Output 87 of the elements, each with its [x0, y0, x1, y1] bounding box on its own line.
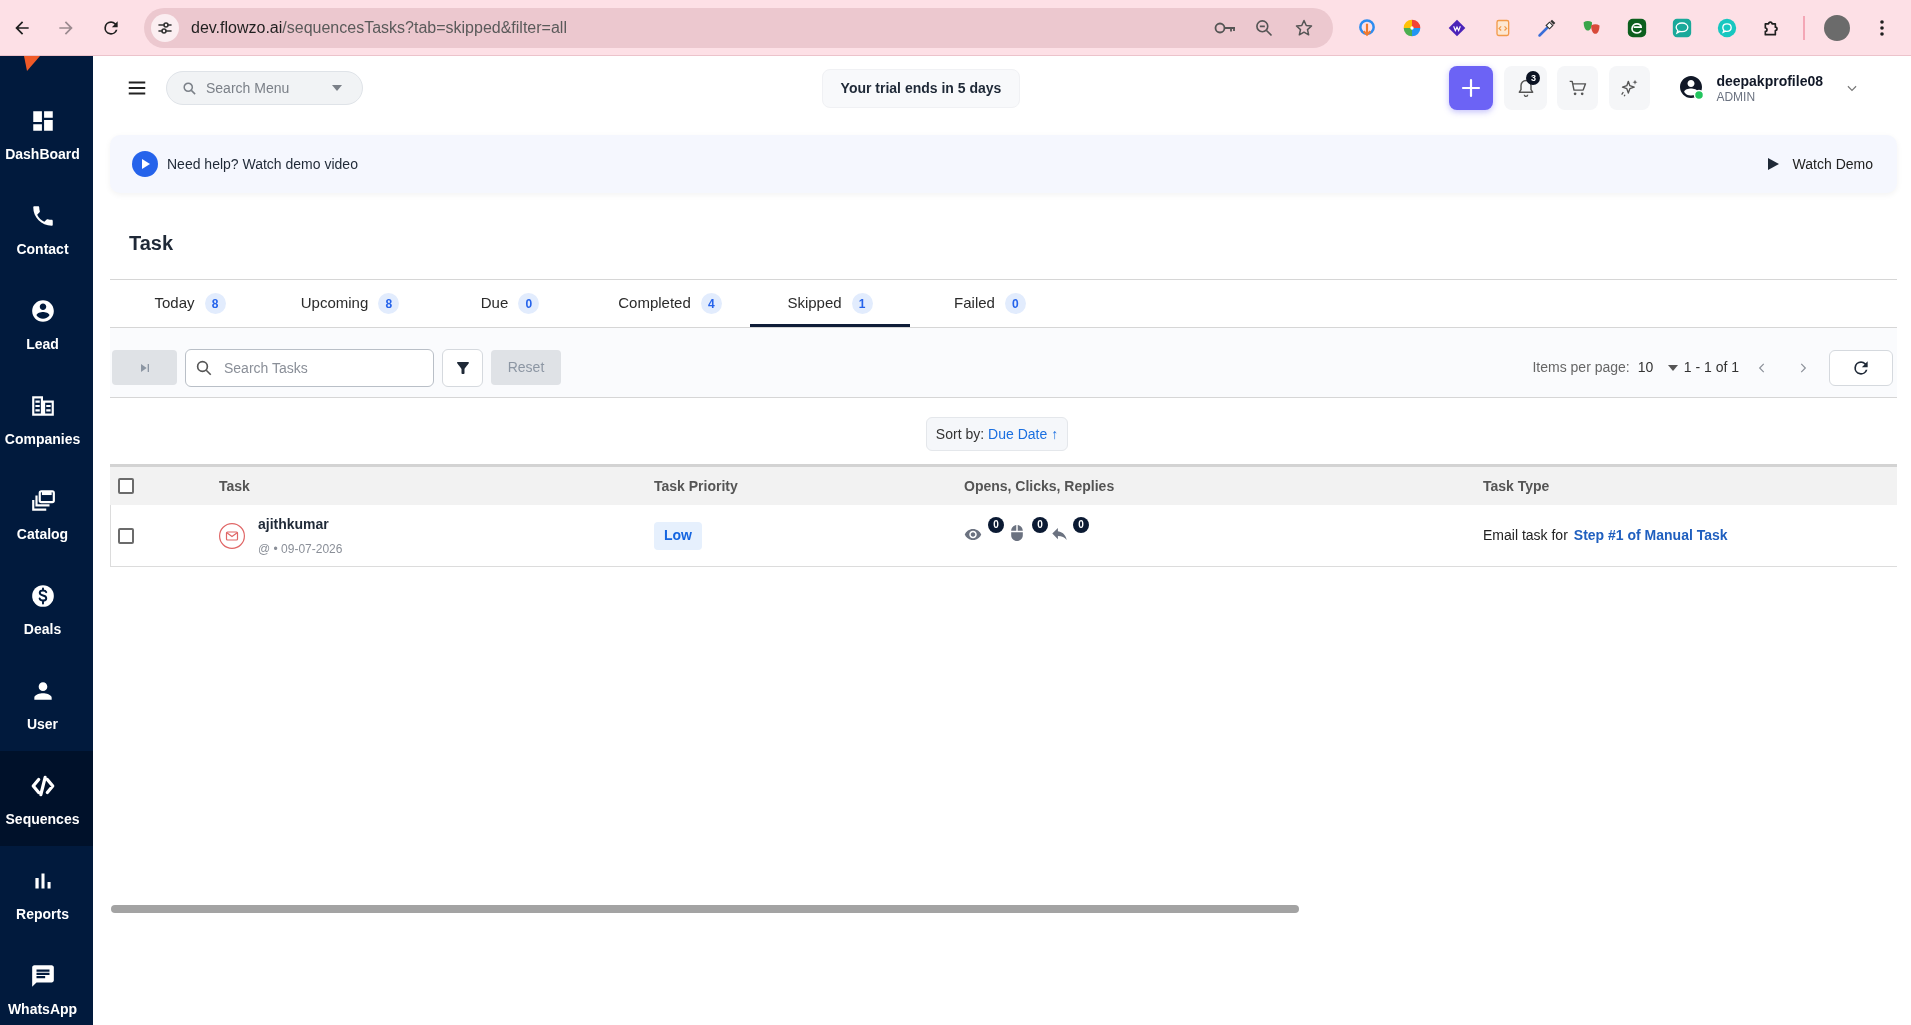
play-circle-icon[interactable]	[132, 151, 158, 177]
cart-icon	[1567, 78, 1588, 98]
column-header: Task	[219, 478, 250, 494]
star-icon[interactable]	[1294, 17, 1314, 38]
row-checkbox[interactable]	[118, 527, 134, 544]
click-count: 0	[1032, 517, 1048, 533]
add-button[interactable]	[1449, 66, 1494, 110]
tab[interactable]: Due 0	[430, 280, 590, 327]
mail-icon	[219, 522, 245, 549]
notifications-button[interactable]: 3	[1504, 66, 1548, 110]
diamond-icon[interactable]	[1447, 17, 1467, 38]
dropper-icon[interactable]	[1537, 17, 1557, 38]
sidebar-item[interactable]: Companies	[0, 371, 93, 466]
tab[interactable]: Failed 0	[910, 280, 1070, 327]
sidebar-item[interactable]: Catalog	[0, 466, 93, 561]
watch-demo-button[interactable]: Watch Demo	[1767, 153, 1873, 175]
chat-tile-icon[interactable]	[1672, 17, 1692, 38]
help-text: Need help? Watch demo video	[167, 154, 358, 174]
url-text[interactable]: dev.flowzo.ai/sequencesTasks?tab=skipped&filter=all	[191, 15, 567, 40]
search-tasks-field[interactable]: Search Tasks	[185, 348, 434, 387]
column-header: Task Type	[1483, 478, 1550, 494]
column-header: Task Priority	[654, 478, 738, 494]
sidebar-item[interactable]: Deals	[0, 561, 93, 656]
swirl-tile-icon[interactable]	[1627, 17, 1647, 38]
select-all-checkbox[interactable]	[118, 478, 134, 494]
task-meta: @ • 09-07-2026	[258, 541, 343, 556]
reply-icon	[1052, 528, 1067, 540]
task-type-text: Email task for	[1483, 526, 1568, 545]
stacked-windows-icon	[29, 488, 56, 514]
user-name[interactable]: deepakprofile08	[1716, 72, 1823, 90]
count-badge: 4	[700, 293, 722, 314]
count-badge: 8	[204, 293, 226, 314]
items-per-page-select[interactable]: 10	[1637, 357, 1678, 378]
horizontal-scrollbar-thumb[interactable]	[111, 905, 1299, 913]
dollar-circle-icon	[29, 583, 56, 609]
open-count: 0	[988, 517, 1004, 533]
search-icon	[195, 358, 213, 377]
refresh-button[interactable]	[1829, 349, 1893, 386]
user-role: ADMIN	[1716, 89, 1757, 104]
zoom-out-icon[interactable]	[1254, 17, 1274, 38]
count-badge: 0	[518, 293, 540, 314]
trial-notice: Your trial ends in 5 days	[822, 68, 1020, 108]
sidebar-item[interactable]: User	[0, 656, 93, 751]
sidebar-item[interactable]: Lead	[0, 276, 93, 371]
eye-icon	[964, 526, 982, 540]
profile-avatar[interactable]	[1824, 14, 1850, 41]
play-icon	[1767, 158, 1779, 170]
building-icon	[29, 393, 56, 419]
priority-badge: Low	[654, 521, 702, 550]
count-badge: 0	[1004, 293, 1026, 314]
chat-bubble-icon	[29, 963, 56, 989]
plus-icon	[1461, 78, 1482, 98]
notification-count: 3	[1526, 71, 1541, 85]
step-link[interactable]: Step #1 of Manual Task	[1573, 525, 1728, 546]
sidebar-item[interactable]: Reports	[0, 846, 93, 941]
sort-label: Sort by:	[935, 424, 985, 444]
sidebar-item[interactable]: WhatsApp	[0, 941, 93, 1025]
color-wheel-icon[interactable]	[1402, 17, 1422, 38]
filter-button[interactable]	[442, 348, 483, 387]
sidebar-item[interactable]: DashBoard	[0, 86, 93, 181]
user-avatar-icon[interactable]	[1679, 75, 1706, 101]
tab[interactable]: Completed 4	[590, 280, 750, 327]
sidebar-item[interactable]: Sequences	[0, 751, 93, 846]
tab[interactable]: Today 8	[110, 280, 270, 327]
search-menu-field[interactable]: Search Menu	[166, 71, 363, 105]
column-header: Opens, Clicks, Replies	[964, 478, 1115, 494]
items-per-page-label: Items per page:	[1532, 358, 1630, 377]
ai-sparkle-button[interactable]	[1609, 66, 1651, 110]
sparkle-icon	[1619, 78, 1640, 98]
mouse-icon	[1011, 525, 1023, 541]
address-bar[interactable]: dev.flowzo.ai/sequencesTasks?tab=skipped&filter=all	[144, 7, 1333, 48]
cart-button[interactable]	[1557, 66, 1599, 110]
contact-name[interactable]: ajithkumar	[258, 515, 343, 533]
tab[interactable]: Upcoming 8	[270, 280, 430, 327]
sidebar-item[interactable]: Contact	[0, 181, 93, 276]
count-badge: 8	[378, 293, 400, 314]
code-slash-icon	[29, 773, 56, 799]
sort-field-button[interactable]: Due Date ↑	[988, 423, 1059, 445]
caret-down-icon[interactable]	[332, 85, 342, 91]
site-settings-icon[interactable]	[151, 13, 179, 42]
reply-count: 0	[1073, 517, 1089, 533]
caret-down-icon	[1667, 364, 1678, 371]
count-badge: 1	[851, 293, 873, 314]
menu-dots-icon[interactable]	[1880, 19, 1884, 36]
page-range: 1 - 1 of 1	[1683, 358, 1739, 377]
page-title: Task	[128, 231, 175, 255]
search-icon	[182, 81, 197, 96]
